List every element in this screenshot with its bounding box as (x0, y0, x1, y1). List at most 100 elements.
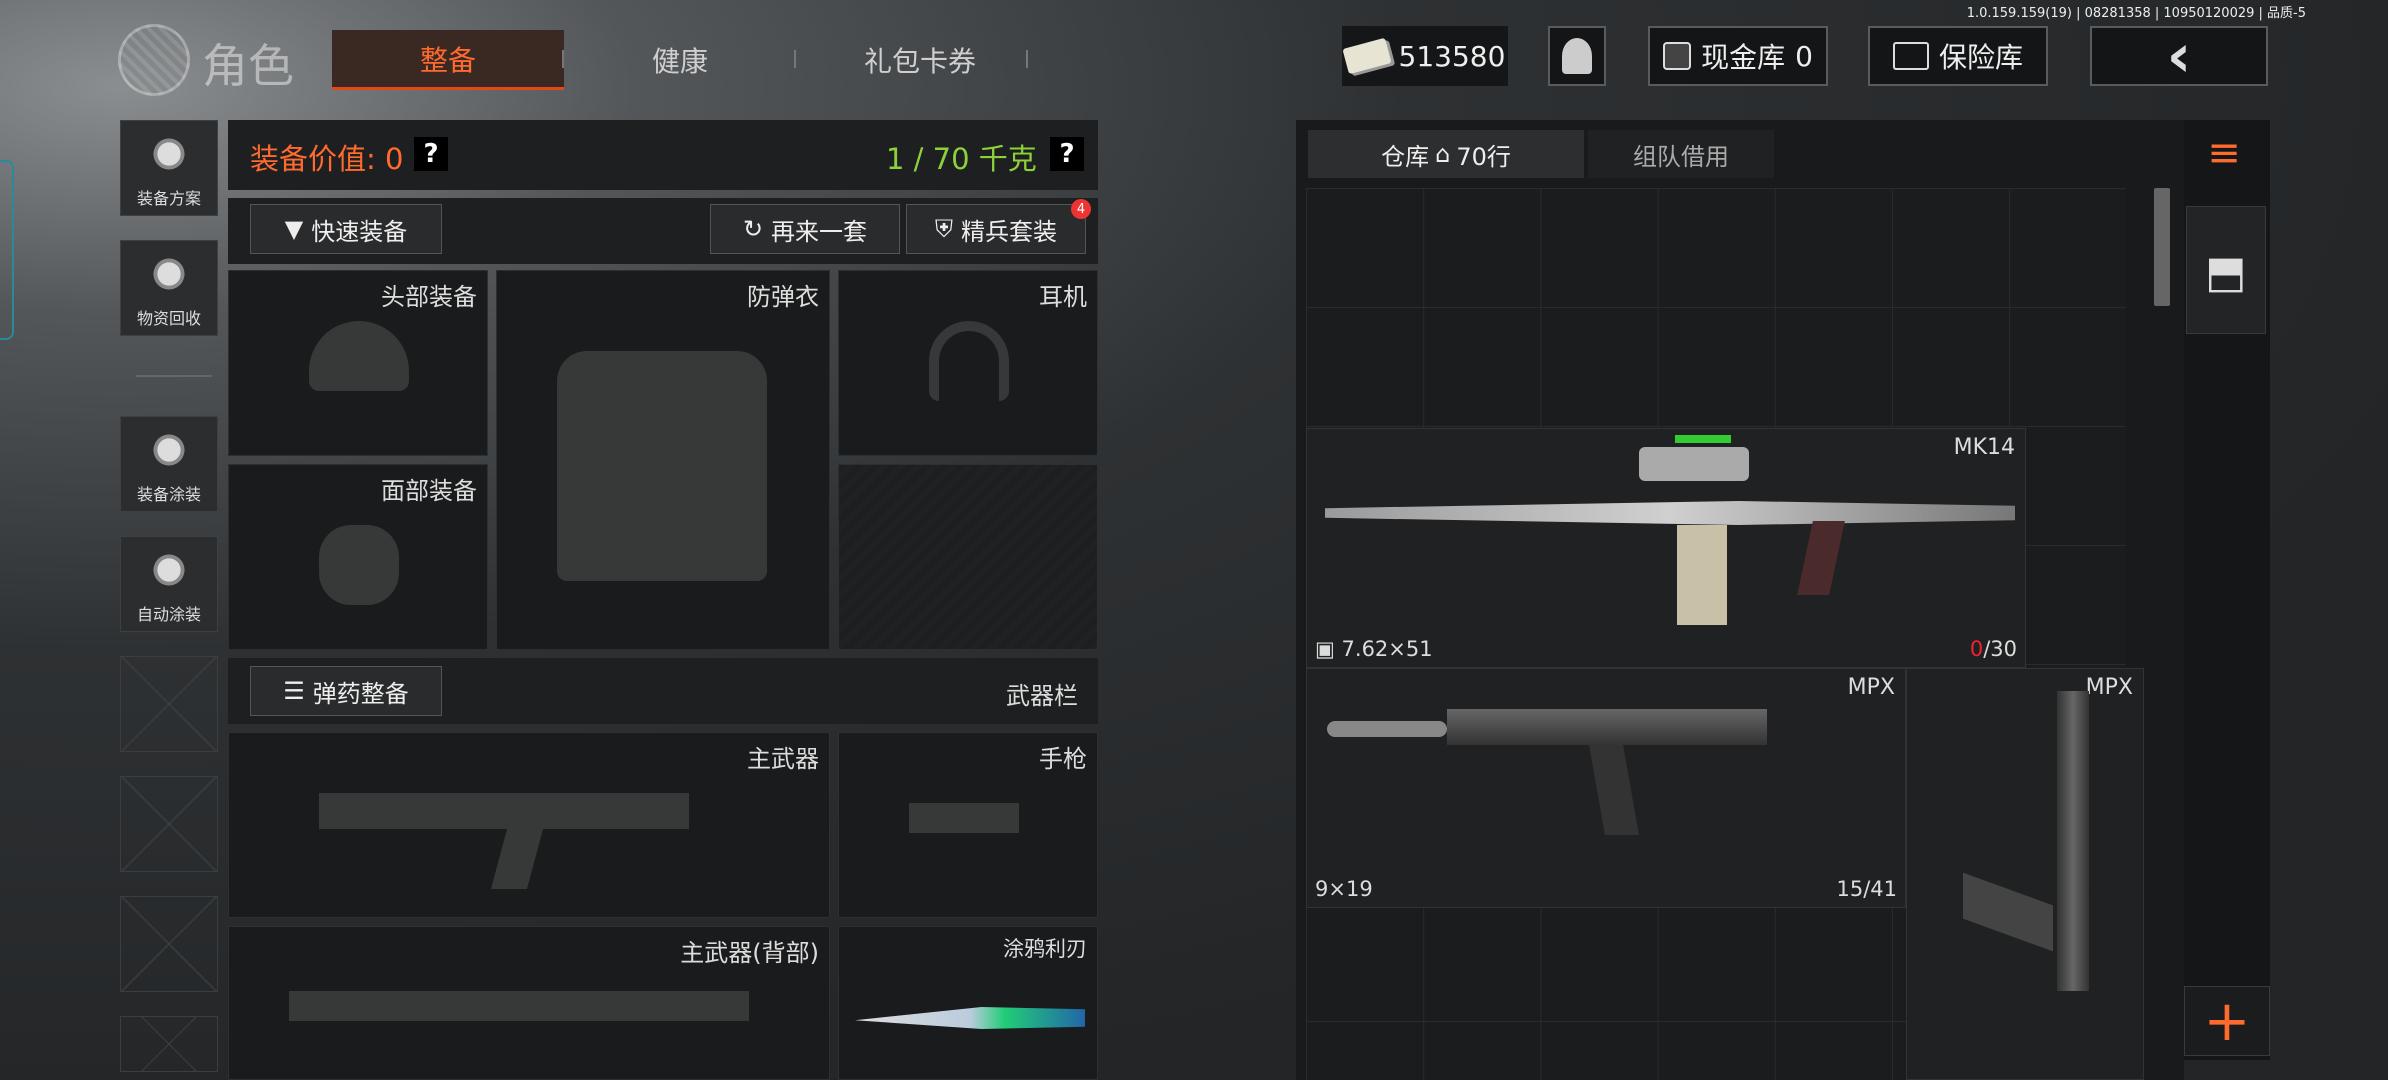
tab-equip[interactable]: 整备 (332, 30, 564, 90)
caliber-value: 9×19 (1315, 877, 1373, 901)
sidebar-empty-slot (120, 656, 218, 752)
back-weapon-slot[interactable]: 主武器(背部) (228, 926, 830, 1080)
safe-vault-button[interactable]: 保险库 (1868, 26, 2048, 86)
scope-accent (1675, 435, 1731, 443)
ammo-icon: ☰ (283, 677, 305, 705)
locked-slot (838, 464, 1098, 650)
item-name: MK14 (1953, 435, 2015, 460)
warehouse-rows: 70行 (1456, 142, 1511, 171)
pistol-slot[interactable]: 手枪 (838, 732, 1098, 918)
vest-icon (557, 351, 767, 581)
armor-slot[interactable]: 防弹衣 (496, 270, 830, 650)
mask-icon (319, 525, 399, 605)
help-icon[interactable]: ? (414, 137, 448, 171)
quick-equip-label: 快速装备 (311, 217, 408, 246)
rifle-icon (319, 793, 689, 829)
sort-stack-icon[interactable]: ≡ (2196, 130, 2252, 180)
sidebar-item-label: 装备方案 (136, 189, 201, 208)
slot-label: 防弹衣 (747, 283, 819, 311)
sidebar-item-skin[interactable]: 装备涂装 (120, 416, 218, 512)
notification-badge: 4 (1071, 199, 1091, 219)
ammo-setup-label: 弹药整备 (312, 679, 409, 708)
elite-set-label: 精兵套装 (961, 217, 1057, 246)
sidebar-item-autoskin[interactable]: 自动涂装 (120, 536, 218, 632)
rifle-icon (289, 991, 749, 1021)
slot-label: 主武器 (747, 745, 819, 773)
sidebar-divider (136, 375, 212, 377)
sidebar-item-loadout[interactable]: 装备方案 (120, 120, 218, 216)
equip-value: 装备价值: 0 (250, 142, 404, 176)
caliber-value: 7.62×51 (1341, 637, 1433, 661)
edge-handle[interactable] (0, 160, 14, 340)
smg-mpx-icon (1447, 709, 1767, 745)
caliber-text: ▣ 7.62×51 (1315, 637, 1433, 661)
ammo-box-icon: ▣ (1315, 637, 1335, 661)
agent-button[interactable] (1548, 26, 1606, 86)
face-slot[interactable]: 面部装备 (228, 464, 488, 650)
head-slot[interactable]: 头部装备 (228, 270, 488, 456)
knife-slot[interactable]: 涂鸦利刃 (838, 926, 1098, 1080)
back-button[interactable]: ‹ (2090, 21, 2268, 91)
slot-label: 耳机 (1039, 283, 1087, 311)
storage-item-mpx[interactable]: MPX 9×19 15/41 (1306, 668, 1906, 908)
smg-mpx-icon (2057, 691, 2089, 991)
suppressor-icon (1327, 721, 1447, 737)
help-icon[interactable]: ? (1050, 137, 1084, 171)
pistol-icon (909, 803, 1019, 833)
sidebar-empty-slot (120, 1016, 218, 1072)
home-icon: ⌂ (1435, 140, 1451, 168)
slot-label: 主武器(背部) (680, 939, 819, 967)
page-title: 角色 (202, 39, 294, 93)
ammo-count: 0/30 (1970, 637, 2017, 661)
slot-label: 面部装备 (381, 477, 477, 505)
version-text: 1.0.159.159(19) | 08281358 | 10950120029… (1966, 6, 2306, 21)
layers-icon: ⬒ (2205, 247, 2247, 298)
again-set-label: 再来一套 (771, 217, 868, 246)
tab-divider (1026, 50, 1028, 68)
storage-scrollbar[interactable] (2154, 188, 2170, 306)
sidebar-item-recycle[interactable]: 物资回收 (120, 240, 218, 336)
refresh-icon: ↻ (742, 215, 764, 243)
tab-warehouse[interactable]: 仓库 ⌂ 70行 (1308, 130, 1584, 178)
tab-team-borrow[interactable]: 组队借用 (1588, 130, 1774, 178)
again-set-button[interactable]: ↻ 再来一套 (710, 204, 900, 254)
logo-icon (118, 24, 190, 96)
add-button[interactable]: + (2184, 986, 2270, 1056)
knife-icon (855, 1007, 1085, 1029)
cash-vault-button[interactable]: 现金库 0 (1648, 26, 1828, 86)
shield-icon: ⛨ (935, 215, 953, 243)
sidebar-empty-slot (120, 896, 218, 992)
recycle-icon (142, 247, 196, 301)
item-name: MPX (1847, 675, 1895, 700)
vault-label: 保险库 (1938, 41, 2023, 74)
quick-equip-button[interactable]: ▼ 快速装备 (250, 204, 442, 254)
storage-item-mpx-vertical[interactable]: MPX (1906, 668, 2144, 1080)
sidebar-item-label: 装备涂装 (136, 485, 201, 504)
agent-icon (1562, 38, 1592, 74)
brush-gear-icon (142, 543, 196, 597)
money-display: 513580 (1341, 26, 1508, 86)
weight-value: 1 / 70 千克 (886, 142, 1037, 176)
tab-gift[interactable]: 礼包卡券 (820, 30, 1020, 90)
money-icon (1341, 37, 1392, 75)
item-name: MPX (2085, 675, 2133, 700)
sidebar-item-label: 物资回收 (136, 309, 201, 328)
slot-label: 涂鸦利刃 (1003, 937, 1087, 961)
storage-item-mk14[interactable]: MK14 ▣ 7.62×51 0/30 (1306, 428, 2026, 668)
headset-slot[interactable]: 耳机 (838, 270, 1098, 456)
ammo-setup-button[interactable]: ☰ 弹药整备 (250, 666, 442, 716)
ammo-max: /30 (1983, 637, 2017, 661)
sidebar-empty-slot (120, 776, 218, 872)
magazine-icon (1589, 745, 1639, 835)
elite-set-button[interactable]: ⛨ 精兵套装 4 (906, 199, 1091, 254)
ammo-current: 0 (1969, 637, 1984, 661)
headset-icon (929, 321, 1009, 401)
cash-icon (1663, 42, 1692, 70)
magazine-icon (1677, 525, 1727, 625)
primary-weapon-slot[interactable]: 主武器 (228, 732, 830, 918)
storage-layers-button[interactable]: ⬒ (2186, 206, 2266, 334)
vault-icon (1892, 42, 1929, 70)
cash-label: 现金库 (1701, 41, 1786, 74)
tab-health[interactable]: 健康 (590, 30, 770, 90)
helmet-icon (309, 321, 409, 391)
